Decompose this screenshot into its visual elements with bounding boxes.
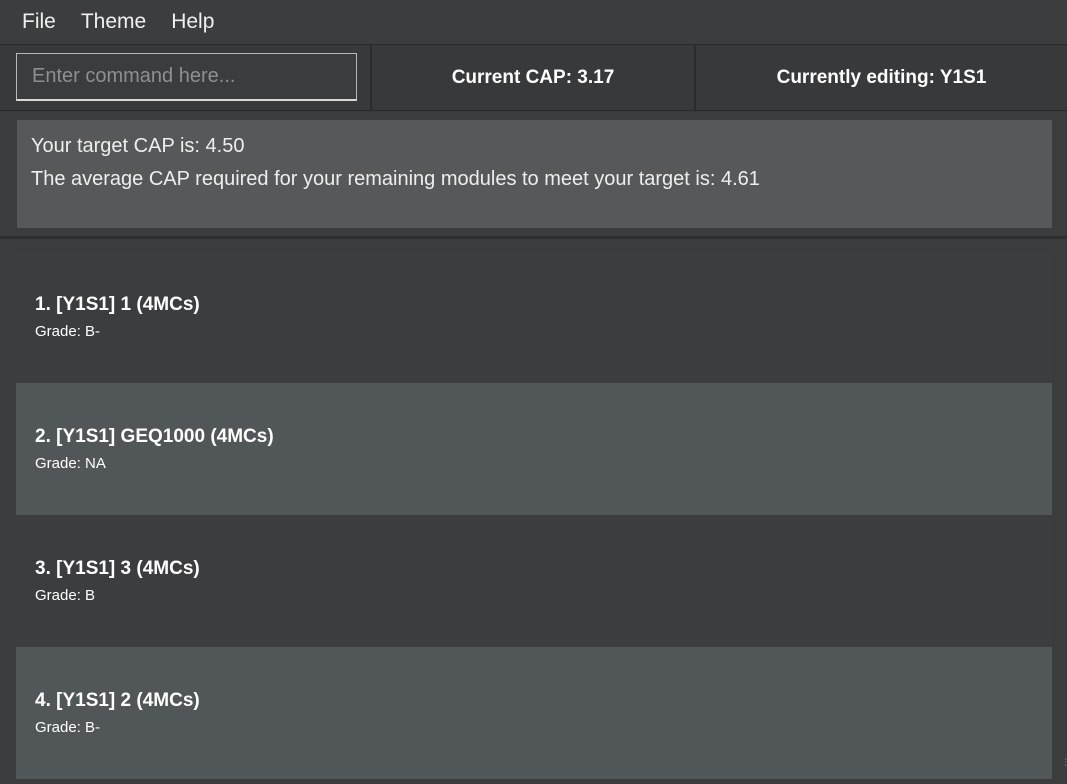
command-input[interactable] [16,53,357,101]
module-list[interactable]: 1. [Y1S1] 1 (4MCs) Grade: B- 2. [Y1S1] G… [0,239,1067,784]
current-cap-display: Current CAP: 3.17 [451,66,615,88]
required-cap-text: The average CAP required for your remain… [31,168,760,190]
module-title: 3. [Y1S1] 3 (4MCs) [35,558,200,579]
menu-theme[interactable]: Theme [81,0,146,44]
resize-grip-icon[interactable]: ⋮ [1061,758,1067,772]
target-panel: Your target CAP is: 4.50 The average CAP… [0,111,1067,239]
module-grade: Grade: B- [35,719,101,736]
module-card[interactable]: 3. [Y1S1] 3 (4MCs) Grade: B [16,515,1052,647]
module-card[interactable]: 4. [Y1S1] 2 (4MCs) Grade: B- [16,647,1052,779]
module-card[interactable]: 1. [Y1S1] 1 (4MCs) Grade: B- [16,251,1052,383]
module-title: 4. [Y1S1] 2 (4MCs) [35,690,200,711]
module-grade: Grade: B- [35,323,101,340]
menu-bar: File Theme Help [0,0,1067,45]
top-bar: Current CAP: 3.17 Currently editing: Y1S… [0,45,1067,111]
menu-help[interactable]: Help [171,0,214,44]
module-title: 1. [Y1S1] 1 (4MCs) [35,294,200,315]
module-grade: Grade: NA [35,455,106,472]
target-info-box: Your target CAP is: 4.50 The average CAP… [17,120,1052,228]
module-grade: Grade: B [35,587,96,604]
module-title: 2. [Y1S1] GEQ1000 (4MCs) [35,426,274,447]
currently-editing-display: Currently editing: Y1S1 [776,66,987,88]
target-cap-text: Your target CAP is: 4.50 [31,135,245,157]
menu-file[interactable]: File [22,0,56,44]
module-card[interactable]: 2. [Y1S1] GEQ1000 (4MCs) Grade: NA [16,383,1052,515]
